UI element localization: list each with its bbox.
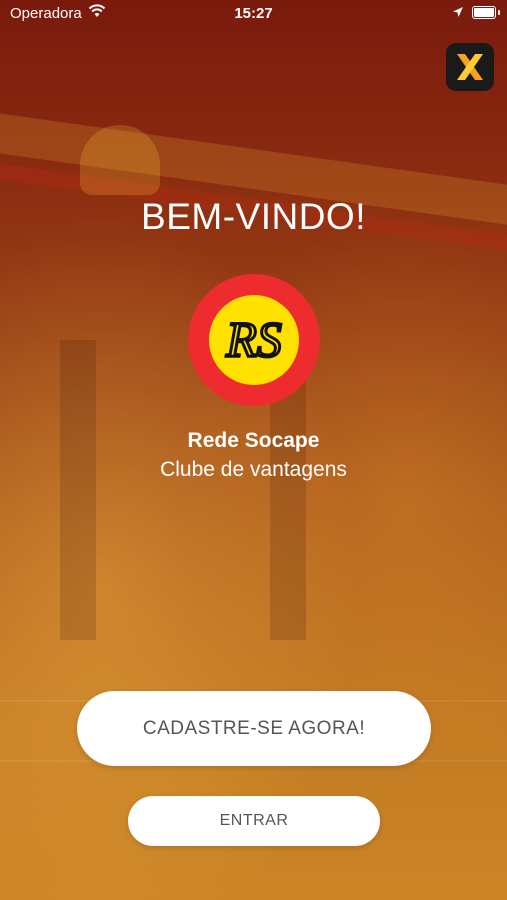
background-shell-sign xyxy=(80,125,160,195)
login-button[interactable]: ENTRAR xyxy=(128,796,380,846)
app-x-icon[interactable] xyxy=(446,43,494,91)
status-bar: Operadora 15:27 xyxy=(0,0,507,28)
clock: 15:27 xyxy=(234,5,273,22)
rede-socape-logo: RS xyxy=(188,274,320,406)
logo-text: RS xyxy=(225,311,282,367)
location-arrow-icon xyxy=(453,7,463,17)
brand-tagline: Clube de vantagens xyxy=(160,458,347,481)
register-button[interactable]: CADASTRE-SE AGORA! xyxy=(77,691,431,766)
background-pillar xyxy=(60,340,96,640)
battery-icon xyxy=(472,6,500,19)
brand-name: Rede Socape xyxy=(187,429,320,452)
welcome-title: BEM-VINDO! xyxy=(141,196,366,237)
